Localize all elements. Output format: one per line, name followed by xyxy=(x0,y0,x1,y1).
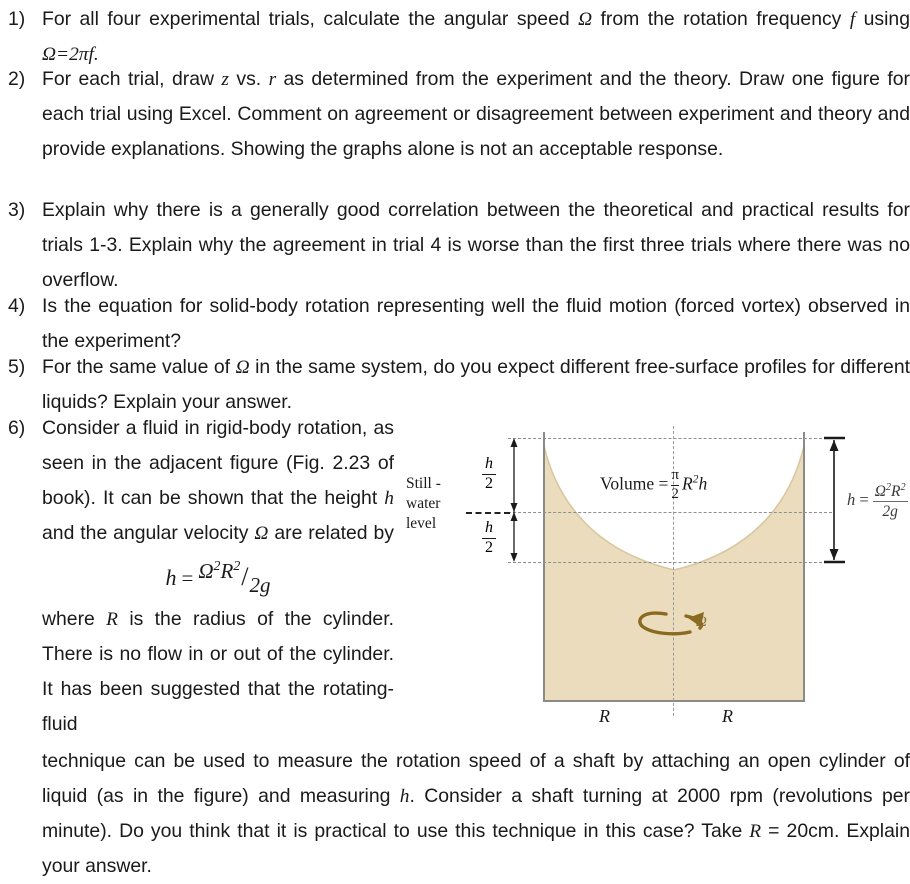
cylinder-base xyxy=(543,700,805,702)
q6-seg-b: and the angular velocity xyxy=(42,522,255,544)
h-symbol: h xyxy=(384,488,394,509)
volume-frac-numerator: π xyxy=(671,467,679,483)
still-water-leader-dashes xyxy=(466,512,510,514)
h-over-2-lower-denominator: 2 xyxy=(485,538,493,556)
figure-h-omega: Ω xyxy=(874,483,886,501)
figure-h-R-exponent: 2 xyxy=(900,482,906,493)
dashed-line-still-water xyxy=(508,512,832,513)
figure-h-fraction: Ω2R2 2g xyxy=(872,482,908,521)
volume-fraction: π2 xyxy=(671,467,679,503)
document-page: 1) For all four experimental trials, cal… xyxy=(0,0,910,877)
question-number-5: 5) xyxy=(8,356,26,378)
q1-seg-b: from the rotation frequency xyxy=(592,8,850,30)
volume-h: h xyxy=(698,473,708,494)
question-item-5: 5) For the same value of Ω in the same s… xyxy=(0,350,910,420)
question-item-6-tail: technique can be used to measure the rot… xyxy=(42,744,910,884)
question-number-2: 2) xyxy=(8,68,26,90)
omega-rotation-label: Ω xyxy=(696,614,707,630)
r-symbol: r xyxy=(268,69,277,90)
figure-h-denominator: 2g xyxy=(882,503,898,521)
q6-seg-c: are related by xyxy=(268,522,394,544)
figure-h-equation: h = Ω2R2 2g xyxy=(847,482,908,520)
question-item-2: 2) For each trial, draw z vs. r as deter… xyxy=(0,62,910,167)
q1-seg-a: For all four experimental trials, calcul… xyxy=(42,8,579,30)
volume-frac-denominator: 2 xyxy=(671,485,679,502)
h-over-2-lower-label: h 2 xyxy=(482,519,496,557)
question-text-6-tail: technique can be used to measure the rot… xyxy=(42,744,910,884)
q2-seg-b: vs. xyxy=(228,68,269,90)
h-symbol: h xyxy=(399,786,410,807)
eq-lhs-h: h xyxy=(165,565,177,590)
figure-h-numerator: Ω2R2 xyxy=(873,482,908,500)
still-water-line1: Still - xyxy=(406,475,441,492)
omega-symbol: Ω xyxy=(254,523,269,544)
volume-R: R xyxy=(681,473,693,494)
still-water-line2: water xyxy=(406,495,441,512)
display-equation-h: h = Ω2R2/2g xyxy=(42,551,394,602)
q6-seg-a: Consider a fluid in rigid-body rotation,… xyxy=(42,417,394,509)
question-item-3: 3) Explain why there is a generally good… xyxy=(0,193,910,298)
dashed-line-vertex xyxy=(508,562,832,563)
question-text-2: For each trial, draw z vs. r as determin… xyxy=(42,62,910,167)
figure-h-equals: = xyxy=(859,489,869,509)
eq-denominator: 2g xyxy=(249,573,271,597)
h-over-2-upper-denominator: 2 xyxy=(485,474,493,492)
radius-label-left: R xyxy=(599,706,610,726)
R-symbol: R xyxy=(106,609,118,630)
omega-symbol: Ω xyxy=(578,9,593,30)
cylinder-wall-left xyxy=(543,432,545,702)
eq-equals: = xyxy=(181,566,194,590)
q5-seg-a: For the same value of xyxy=(42,356,236,378)
h-over-2-lower-numerator: h xyxy=(485,519,493,536)
eq-R-exponent: 2 xyxy=(233,558,241,573)
figure-canvas: Still - water level h 2 h 2 Volume = π 2… xyxy=(404,424,910,732)
figure-h-lhs: h xyxy=(847,489,856,509)
q6-seg-d: where xyxy=(42,608,107,630)
question-text-5: For the same value of Ω in the same syst… xyxy=(42,350,910,420)
question-text-6-part2: where R is the radius of the cylinder. T… xyxy=(42,602,394,742)
question-text-3: Explain why there is a generally good co… xyxy=(42,199,910,291)
q2-seg-a: For each trial, draw xyxy=(42,68,222,90)
question-number-4: 4) xyxy=(8,295,26,317)
question-number-1: 1) xyxy=(8,8,26,30)
volume-formula: Volume = π 2 R2 h xyxy=(600,467,708,503)
rotating-cylinder-figure: Still - water level h 2 h 2 Volume = π 2… xyxy=(404,424,910,732)
question-number-3: 3) xyxy=(8,199,26,221)
q1-seg-c: using xyxy=(855,8,910,30)
eq-R: R xyxy=(220,559,234,583)
eq-numerator: Ω2R2 xyxy=(198,558,241,583)
question-text-6-part1: Consider a fluid in rigid-body rotation,… xyxy=(42,411,394,551)
h-over-2-upper-label: h 2 xyxy=(482,455,496,493)
question-number-6: 6) xyxy=(8,417,26,439)
dashed-line-top-rim xyxy=(508,438,832,439)
still-water-level-label: Still - water level xyxy=(406,474,441,534)
figure-h-frac-bar xyxy=(872,501,908,503)
h-over-2-upper-numerator: h xyxy=(485,455,493,472)
question-item-4: 4) Is the equation for solid-body rotati… xyxy=(0,289,910,359)
radius-label-right: R xyxy=(722,706,733,726)
z-symbol: z xyxy=(221,69,229,90)
cylinder-wall-right xyxy=(803,432,805,702)
R-symbol: R xyxy=(749,821,762,842)
question-text-4: Is the equation for solid-body rotation … xyxy=(42,295,910,352)
question-item-6: 6) Consider a fluid in rigid-body rotati… xyxy=(0,411,436,742)
volume-label-text: Volume = xyxy=(600,473,669,494)
eq-fraction: Ω2R2/2g xyxy=(198,553,270,598)
still-water-line3: level xyxy=(406,515,437,532)
omega-symbol: Ω xyxy=(235,357,250,378)
eq-omega: Ω xyxy=(198,559,214,583)
